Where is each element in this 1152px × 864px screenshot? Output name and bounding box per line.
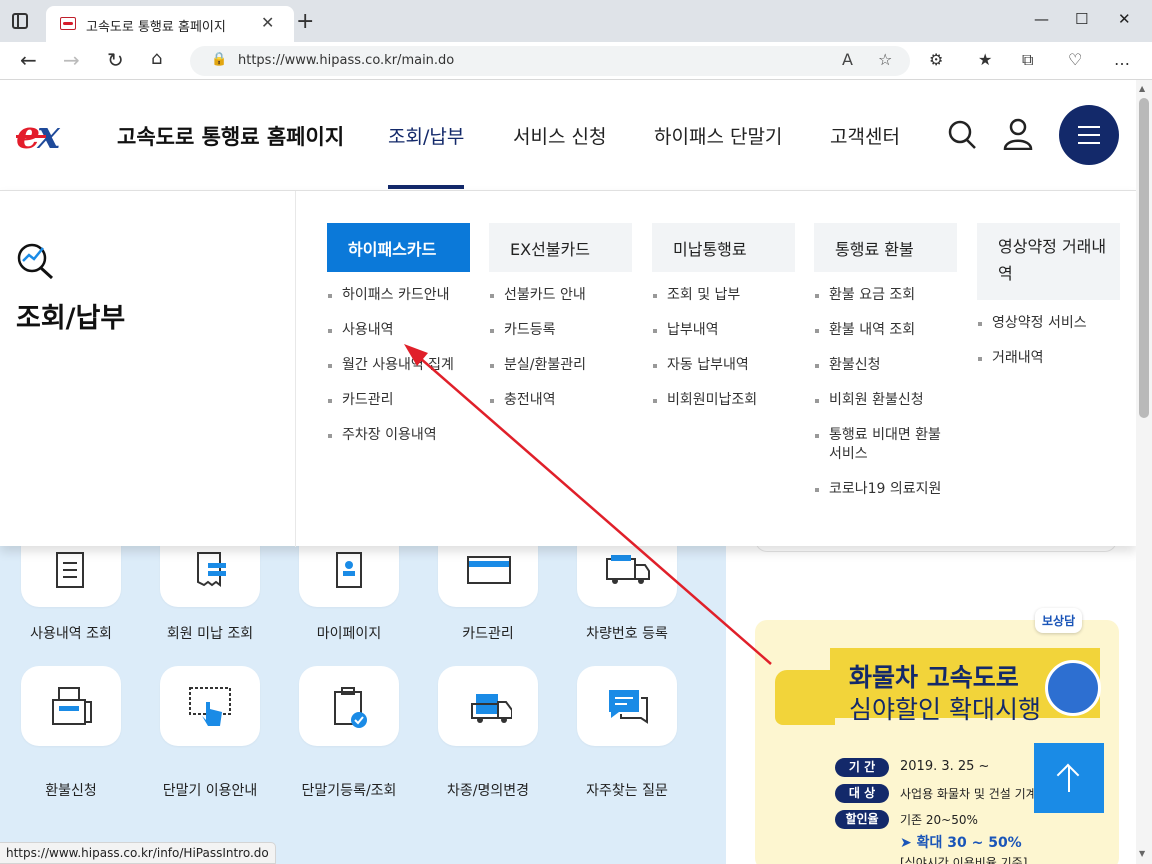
annotation-arrow bbox=[404, 344, 772, 665]
